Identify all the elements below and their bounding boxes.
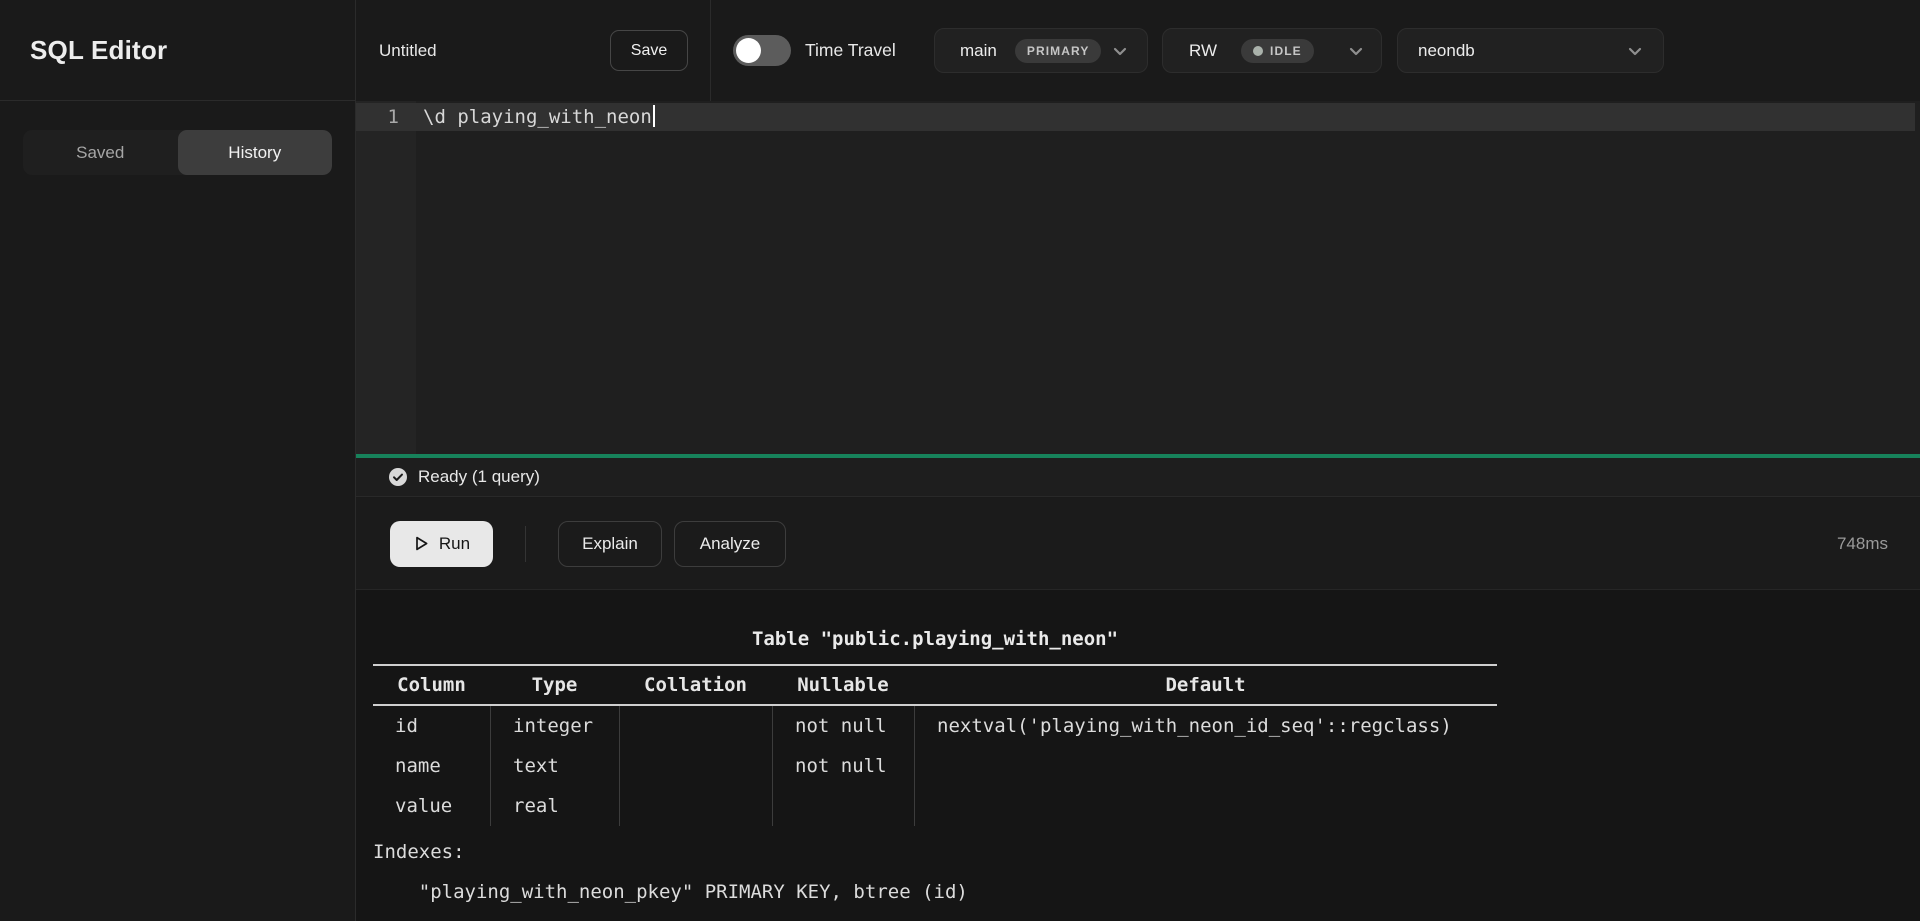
topbar-divider [710, 0, 711, 101]
results-footer-line: "playing_with_neon_pkey" PRIMARY KEY, bt… [373, 872, 1497, 912]
branch-primary-badge: PRIMARY [1015, 39, 1102, 63]
results-cell: real [490, 786, 619, 826]
results-header-cell: Nullable [772, 674, 914, 696]
branch-name: main [960, 41, 997, 61]
database-name: neondb [1418, 41, 1475, 61]
results-output: Table "public.playing_with_neon" ColumnT… [373, 590, 1497, 912]
results-header-cell: Collation [619, 674, 772, 696]
endpoint-status-badge: IDLE [1241, 39, 1314, 63]
chevron-down-icon [1624, 40, 1646, 62]
chevron-down-icon [1345, 40, 1367, 62]
results-row: idinteger not nullnextval('playing_with_n… [373, 706, 1497, 746]
results-header-cell: Column [373, 674, 490, 696]
action-bar: Run Explain Analyze 748ms [356, 498, 1920, 590]
sql-editor-app: SQL Editor Saved History Untitled Save T… [0, 0, 1920, 921]
results-table-title: Table "public.playing_with_neon" [373, 628, 1497, 650]
results-panel: Table "public.playing_with_neon" ColumnT… [356, 590, 1920, 921]
run-label: Run [439, 534, 470, 554]
results-row: valuereal [373, 786, 1497, 826]
code-text: \d playing_with_neon [416, 103, 655, 131]
time-travel-toggle[interactable] [733, 35, 791, 66]
play-icon [413, 535, 430, 552]
line-number-gutter [356, 101, 416, 454]
results-cell: value [373, 786, 490, 826]
results-footer-line: Indexes: [373, 832, 1497, 872]
results-header-cell: Type [490, 674, 619, 696]
analyze-button[interactable]: Analyze [674, 521, 786, 567]
sidebar-header: SQL Editor [0, 0, 355, 101]
results-header-cell: Default [914, 674, 1497, 696]
explain-button[interactable]: Explain [558, 521, 662, 567]
branch-select[interactable]: main PRIMARY [934, 28, 1148, 73]
results-cell: text [490, 746, 619, 786]
results-cell: id [373, 706, 490, 746]
endpoint-status-label: IDLE [1270, 44, 1302, 58]
results-cell: integer [490, 706, 619, 746]
text-cursor [653, 105, 655, 127]
results-header-row: ColumnTypeCollationNullableDefault [373, 664, 1497, 706]
saved-history-switch: Saved History [23, 130, 332, 175]
sql-code-editor[interactable]: 1 \d playing_with_neon [356, 101, 1920, 454]
sidebar: SQL Editor Saved History [0, 0, 356, 921]
topbar: Untitled Save Time Travel main PRIMARY R… [356, 0, 1920, 101]
results-cell [914, 746, 1497, 786]
results-cell [772, 786, 914, 826]
run-button[interactable]: Run [390, 521, 493, 567]
line-number: 1 [356, 103, 416, 131]
status-bar: Ready (1 query) [356, 458, 1920, 497]
results-cell: name [373, 746, 490, 786]
results-row: nametext not null [373, 746, 1497, 786]
results-cell: not null [772, 746, 914, 786]
results-body: idinteger not nullnextval('playing_with_n… [373, 706, 1497, 826]
results-cell [619, 706, 772, 746]
results-cell: not null [772, 706, 914, 746]
results-cell [619, 786, 772, 826]
results-footer: Indexes: "playing_with_neon_pkey" PRIMAR… [373, 832, 1497, 912]
database-select[interactable]: neondb [1397, 28, 1664, 73]
results-cell: nextval('playing_with_neon_id_seq'::regc… [914, 706, 1497, 746]
query-duration: 748ms [1837, 534, 1888, 554]
status-message: Ready (1 query) [418, 467, 540, 487]
code-line-1: 1 \d playing_with_neon [356, 103, 655, 131]
time-travel-label: Time Travel [805, 0, 896, 101]
button-divider [525, 526, 526, 562]
query-title[interactable]: Untitled [379, 0, 437, 101]
tab-saved[interactable]: Saved [23, 130, 178, 175]
save-button[interactable]: Save [610, 30, 688, 71]
ready-check-icon [389, 468, 407, 486]
toggle-knob [736, 38, 761, 63]
endpoint-name: RW [1189, 41, 1217, 61]
tab-history[interactable]: History [178, 130, 333, 175]
compute-endpoint-select[interactable]: RW IDLE [1162, 28, 1382, 73]
page-title: SQL Editor [30, 35, 167, 66]
results-cell [619, 746, 772, 786]
idle-status-dot [1253, 46, 1263, 56]
chevron-down-icon [1109, 40, 1131, 62]
results-cell [914, 786, 1497, 826]
